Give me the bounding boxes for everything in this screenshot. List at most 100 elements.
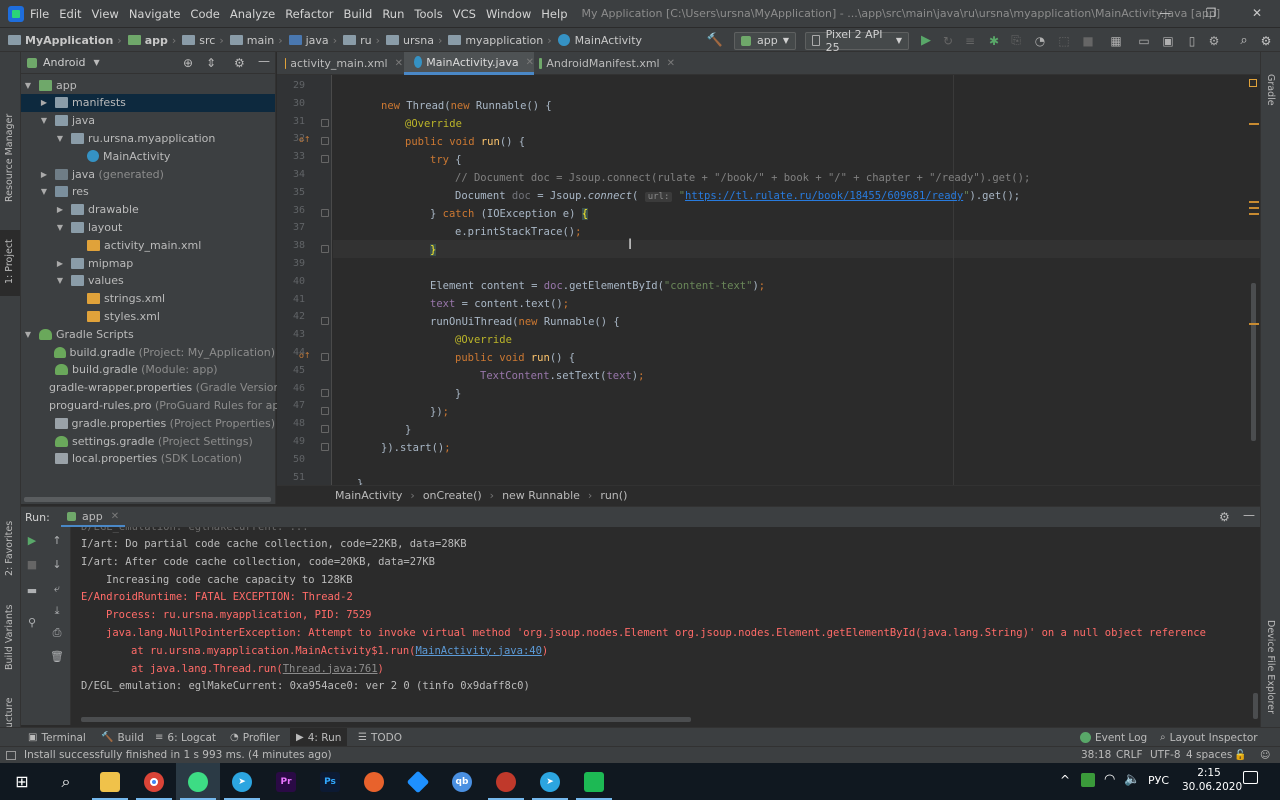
close-tab-icon[interactable]: ✕ <box>395 58 403 69</box>
chevron-down-icon[interactable]: ▼ <box>94 58 100 67</box>
breadcrumb-mainactivity[interactable]: MainActivity <box>557 34 642 47</box>
menu-vcs[interactable]: VCS <box>453 7 476 21</box>
restore-icon[interactable]: ❐ <box>1188 0 1234 27</box>
expanded-arrow-icon[interactable]: ▼ <box>39 187 49 196</box>
project-tab[interactable]: 1: Project <box>4 239 15 284</box>
taskbar-telegram[interactable]: ➤ <box>220 763 264 800</box>
close-icon[interactable]: ✕ <box>1234 0 1280 27</box>
collapsed-arrow-icon[interactable]: ▶ <box>39 98 49 107</box>
menu-window[interactable]: Window <box>486 7 531 21</box>
menu-run[interactable]: Run <box>382 7 404 21</box>
vertical-scrollbar[interactable] <box>1253 693 1258 719</box>
taskbar-android-studio[interactable] <box>176 763 220 800</box>
tree-item[interactable]: strings.xml <box>21 290 275 308</box>
line-number[interactable]: 41 <box>281 291 305 309</box>
device-dropdown[interactable]: Pixel 2 API 25 ▼ <box>804 28 910 54</box>
fold-icon[interactable] <box>321 425 329 433</box>
vertical-scrollbar[interactable] <box>1251 283 1256 441</box>
breadcrumb-java[interactable]: java <box>288 34 329 47</box>
line-number[interactable]: 43 <box>281 326 305 344</box>
device-manager-icon[interactable]: ▯ <box>1184 28 1200 53</box>
tree-item[interactable]: MainActivity <box>21 147 275 165</box>
todo-tool-button[interactable]: ☰ TODO <box>358 728 402 747</box>
menu-edit[interactable]: Edit <box>59 7 81 21</box>
breadcrumb-ursna[interactable]: ursna <box>386 34 434 47</box>
line-number[interactable]: 45 <box>281 362 305 380</box>
breadcrumb-myapplication[interactable]: MyApplication <box>8 34 113 47</box>
tab-activity-main-xml[interactable]: activity_main.xml ✕ <box>277 52 403 75</box>
fold-icon[interactable] <box>321 137 329 145</box>
stop-icon[interactable]: ■ <box>1080 28 1096 53</box>
run-tab-app[interactable]: app ✕ <box>61 507 126 527</box>
line-number[interactable]: 46 <box>281 380 305 398</box>
collapsed-arrow-icon[interactable]: ▶ <box>55 205 65 214</box>
fold-icon[interactable] <box>321 389 329 397</box>
avd-manager-icon[interactable]: ▣ <box>1160 28 1176 53</box>
device-file-explorer-tab[interactable]: Device File Explorer <box>1265 620 1276 714</box>
line-number[interactable]: 33 <box>281 148 305 166</box>
volume-icon[interactable]: 🔈 <box>1124 772 1140 787</box>
sync-gradle-icon[interactable]: ▭ <box>1136 28 1152 53</box>
rerun-icon[interactable]: ▶ <box>24 533 40 549</box>
taskbar-app-3[interactable]: qb <box>440 763 484 800</box>
line-number[interactable]: 50 <box>281 451 305 469</box>
taskbar-chrome[interactable] <box>132 763 176 800</box>
close-tab-icon[interactable]: ✕ <box>667 58 675 69</box>
line-number[interactable]: 37 <box>281 219 305 237</box>
expanded-arrow-icon[interactable]: ▼ <box>39 116 49 125</box>
resource-manager-tab[interactable]: Resource Manager <box>4 114 15 202</box>
tree-item[interactable]: ▼ layout <box>21 218 275 236</box>
line-separator[interactable]: CRLF <box>1116 747 1143 763</box>
code-editor[interactable]: ... ... new Thread(new Runnable() { @Ove… <box>333 75 1260 485</box>
line-number[interactable]: 40 <box>281 273 305 291</box>
line-number[interactable]: 39 <box>281 255 305 273</box>
crumb-run[interactable]: run() <box>600 489 627 502</box>
project-view-selector[interactable]: Android <box>43 56 86 69</box>
tree-item[interactable]: ▼ ru.ursna.myapplication <box>21 129 275 147</box>
tree-item[interactable]: activity_main.xml <box>21 236 275 254</box>
layout-inspector-button[interactable]: ⌕ Layout Inspector <box>1160 728 1258 747</box>
hide-icon[interactable]: — <box>258 54 270 68</box>
tree-item[interactable]: local.properties (SDK Location) <box>21 450 275 468</box>
close-tab-icon[interactable]: ✕ <box>526 57 534 68</box>
sdk-manager-icon[interactable]: ⚙ <box>1206 28 1222 53</box>
warning-marker[interactable] <box>1249 201 1259 203</box>
tree-item[interactable]: ▼ app <box>21 76 275 94</box>
collapsed-arrow-icon[interactable]: ▶ <box>39 170 49 179</box>
taskbar-app-5[interactable] <box>572 763 616 800</box>
fold-icon[interactable] <box>321 119 329 127</box>
taskbar-telegram-2[interactable]: ➤ <box>528 763 572 800</box>
scroll-to-end-icon[interactable]: ⤓ <box>49 603 65 619</box>
override-marker-icon[interactable]: o↑ <box>299 351 311 360</box>
favorites-tab[interactable]: 2: Favorites <box>4 521 15 576</box>
soft-wrap-icon[interactable]: ⤶ <box>49 581 65 597</box>
line-number[interactable]: 34 <box>281 166 305 184</box>
breadcrumb-main[interactable]: main <box>229 34 274 47</box>
clear-all-icon[interactable]: 🗑 <box>49 649 65 665</box>
profile-icon[interactable]: ◔ <box>1032 28 1048 53</box>
notifications-icon[interactable]: ☺ <box>1260 747 1270 763</box>
fold-icon[interactable] <box>321 317 329 325</box>
project-structure-icon[interactable]: ▦ <box>1108 28 1124 53</box>
expanded-arrow-icon[interactable]: ▼ <box>55 276 65 285</box>
menu-help[interactable]: Help <box>541 7 567 21</box>
taskbar-explorer[interactable] <box>88 763 132 800</box>
status-message[interactable]: Install successfully finished in 1 s 993… <box>6 747 332 763</box>
tree-item[interactable]: ▼ java <box>21 112 275 130</box>
indent-setting[interactable]: 4 spaces <box>1186 747 1232 763</box>
start-button[interactable]: ⊞ <box>0 763 44 800</box>
collapsed-arrow-icon[interactable]: ▶ <box>55 259 65 268</box>
language-indicator[interactable]: РУС <box>1148 774 1169 787</box>
line-number[interactable]: 36 <box>281 202 305 220</box>
settings-icon[interactable]: ⚙ <box>1219 510 1230 524</box>
run-console[interactable]: D/EGL_emulation: eglMakeCurrent: ... I/a… <box>71 527 1260 725</box>
line-number[interactable]: 35 <box>281 184 305 202</box>
build-tool-button[interactable]: 🔨 Build <box>101 728 144 747</box>
tree-item[interactable]: build.gradle (Module: app) <box>21 361 275 379</box>
scroll-down-icon[interactable]: ↓ <box>49 557 65 573</box>
expanded-arrow-icon[interactable]: ▼ <box>55 134 65 143</box>
taskbar-app-1[interactable] <box>352 763 396 800</box>
warning-marker[interactable] <box>1249 207 1259 209</box>
event-log-button[interactable]: Event Log <box>1080 728 1147 747</box>
pin-tab-icon[interactable]: ⚲ <box>24 615 40 631</box>
